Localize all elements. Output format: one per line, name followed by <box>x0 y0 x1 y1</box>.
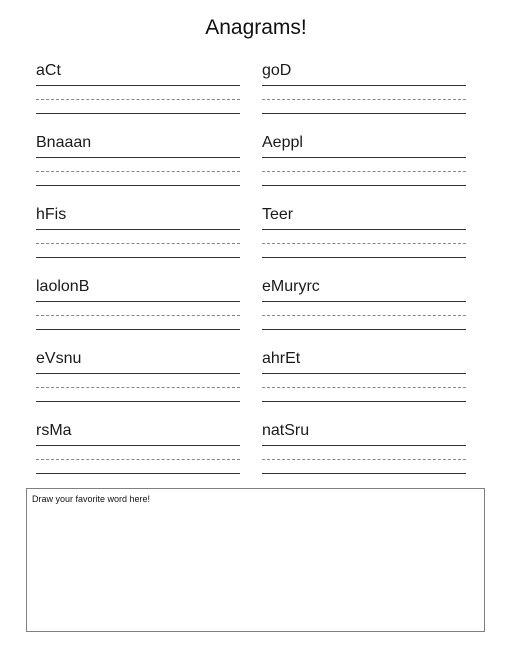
writing-line-midline <box>36 99 240 100</box>
anagram-item: ahrEt <box>262 349 466 421</box>
writing-line-top[interactable] <box>36 373 240 374</box>
anagram-item: goD <box>262 61 466 133</box>
writing-line-top[interactable] <box>262 157 466 158</box>
writing-line-baseline[interactable] <box>36 185 240 186</box>
writing-line-baseline[interactable] <box>262 473 466 474</box>
writing-line-midline <box>262 243 466 244</box>
scrambled-word: Bnaaan <box>36 134 92 151</box>
writing-line-baseline[interactable] <box>36 401 240 402</box>
scrambled-word: Teer <box>262 206 294 223</box>
writing-line-midline <box>36 315 240 316</box>
writing-line-baseline[interactable] <box>36 473 240 474</box>
scrambled-word: rsMa <box>36 422 72 439</box>
writing-line-baseline[interactable] <box>262 257 466 258</box>
anagram-item: eVsnu <box>36 349 240 421</box>
anagram-item: Bnaaan <box>36 133 240 205</box>
scrambled-word: goD <box>262 62 292 79</box>
writing-line-top[interactable] <box>262 301 466 302</box>
writing-line-midline <box>262 99 466 100</box>
anagram-item: aCt <box>36 61 240 133</box>
writing-line-top[interactable] <box>36 445 240 446</box>
scrambled-word: eVsnu <box>36 350 82 367</box>
anagram-item: eMuryrc <box>262 277 466 349</box>
anagram-item: Teer <box>262 205 466 277</box>
writing-line-baseline[interactable] <box>262 329 466 330</box>
writing-line-top[interactable] <box>262 229 466 230</box>
writing-line-midline <box>36 243 240 244</box>
scrambled-word: aCt <box>36 62 61 79</box>
writing-line-midline <box>262 171 466 172</box>
writing-line-midline <box>36 387 240 388</box>
drawing-area[interactable]: Draw your favorite word here! <box>26 488 485 632</box>
scrambled-word: Aeppl <box>262 134 303 151</box>
writing-line-baseline[interactable] <box>262 113 466 114</box>
writing-line-top[interactable] <box>262 85 466 86</box>
writing-line-top[interactable] <box>36 85 240 86</box>
writing-line-baseline[interactable] <box>36 113 240 114</box>
scrambled-word: ahrEt <box>262 350 301 367</box>
anagram-item: Aeppl <box>262 133 466 205</box>
writing-line-midline <box>262 387 466 388</box>
scrambled-word: hFis <box>36 206 67 223</box>
writing-line-midline <box>262 315 466 316</box>
anagram-item: laolonB <box>36 277 240 349</box>
writing-line-baseline[interactable] <box>36 257 240 258</box>
page-title: Anagrams! <box>205 16 307 39</box>
writing-line-top[interactable] <box>262 373 466 374</box>
writing-line-midline <box>262 459 466 460</box>
anagram-item: natSru <box>262 421 466 493</box>
writing-line-top[interactable] <box>36 157 240 158</box>
writing-line-baseline[interactable] <box>36 329 240 330</box>
anagram-item: hFis <box>36 205 240 277</box>
anagram-grid: aCt goD Bnaaan Aeppl hFis Teer laolonB e… <box>36 61 466 493</box>
writing-line-top[interactable] <box>36 229 240 230</box>
writing-line-baseline[interactable] <box>262 185 466 186</box>
writing-line-midline <box>36 459 240 460</box>
writing-line-baseline[interactable] <box>262 401 466 402</box>
writing-line-midline <box>36 171 240 172</box>
writing-line-top[interactable] <box>36 301 240 302</box>
anagram-item: rsMa <box>36 421 240 493</box>
scrambled-word: natSru <box>262 422 310 439</box>
drawing-area-label: Draw your favorite word here! <box>32 494 151 504</box>
scrambled-word: laolonB <box>36 278 90 295</box>
writing-line-top[interactable] <box>262 445 466 446</box>
scrambled-word: eMuryrc <box>262 278 320 295</box>
